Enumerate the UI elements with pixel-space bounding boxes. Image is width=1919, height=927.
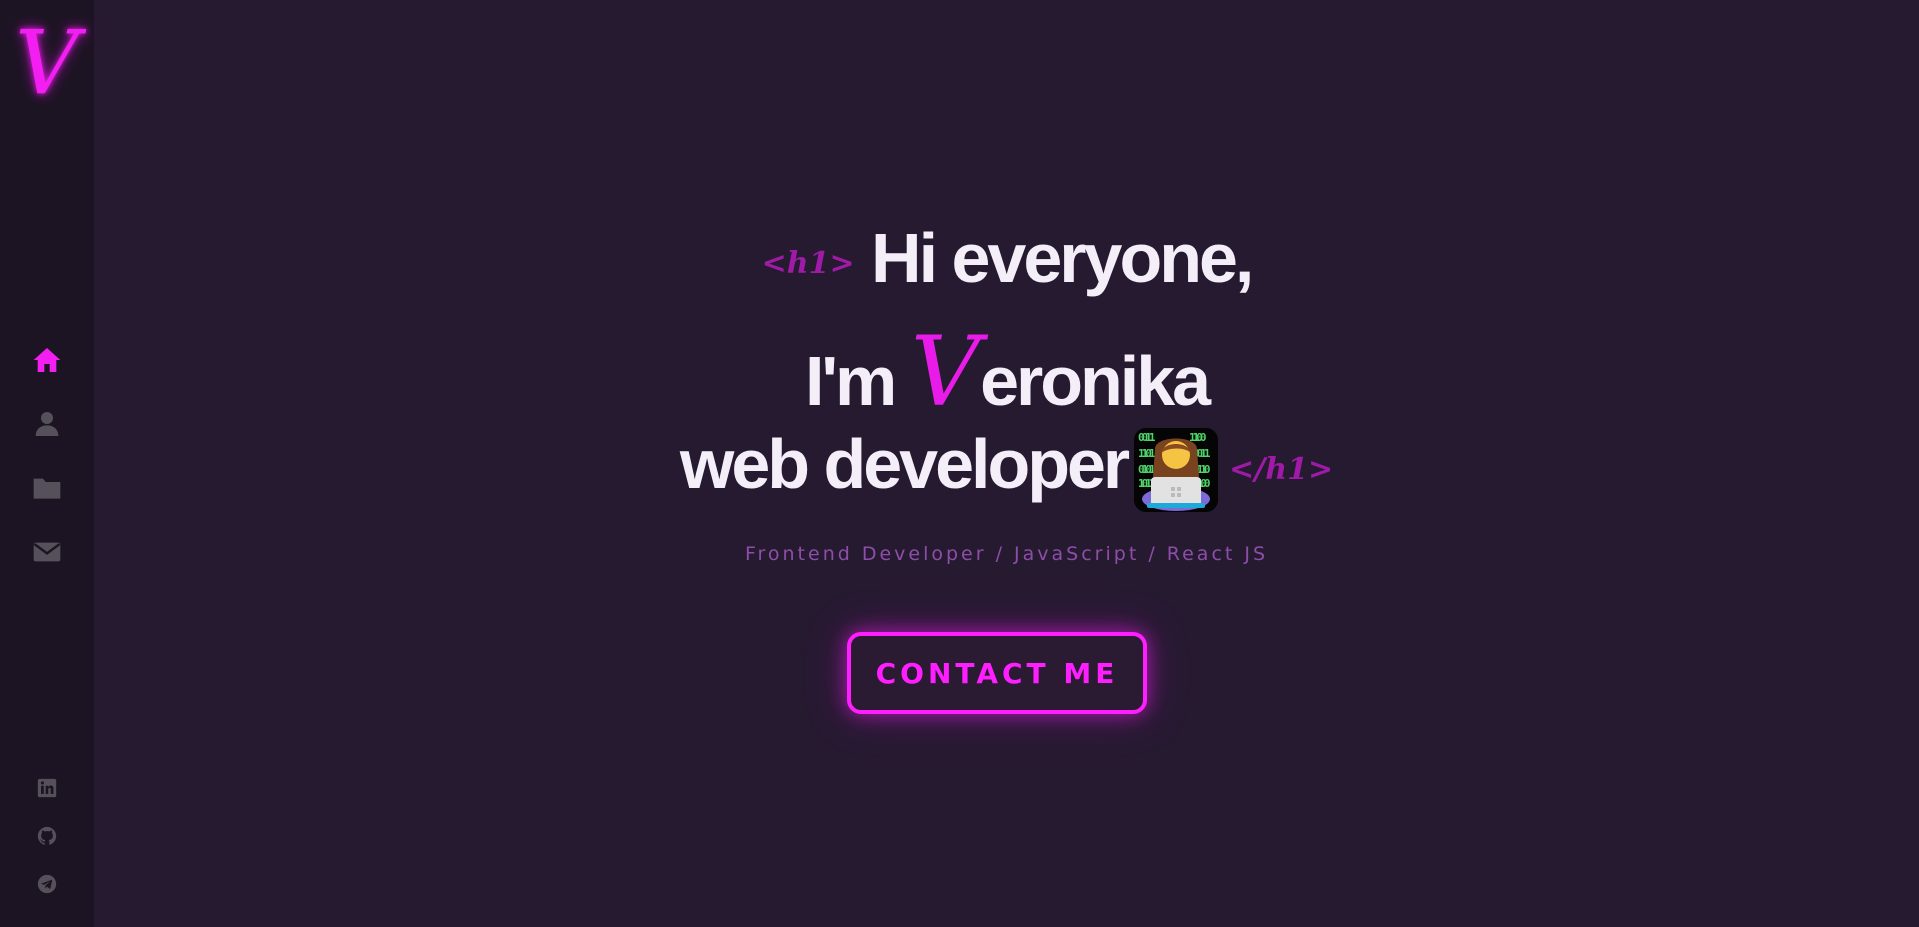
social-github[interactable] xyxy=(0,814,94,862)
subtitle: Frontend Developer / JavaScript / React … xyxy=(744,543,1269,565)
name-initial: V xyxy=(910,316,981,428)
folder-icon xyxy=(31,472,63,508)
sidebar: V xyxy=(0,0,94,927)
role-text: web developer xyxy=(679,425,1130,503)
nav-item-contact[interactable] xyxy=(0,522,94,586)
h1-close-tag: </h1> xyxy=(1229,452,1334,488)
heading-line-3: web developer 0011 1100 1101 0011 0101 0110… xyxy=(94,424,1919,513)
nav-item-about[interactable] xyxy=(0,394,94,458)
intro-prefix: I'm xyxy=(804,342,911,420)
social-linkedin[interactable] xyxy=(0,766,94,814)
envelope-icon xyxy=(31,536,63,572)
social-links xyxy=(0,766,94,910)
heading-line-2: I'm Veronika xyxy=(94,316,1919,428)
telegram-icon xyxy=(36,873,58,899)
greeting-text: Hi everyone, xyxy=(871,219,1254,297)
github-icon xyxy=(36,825,58,851)
nav-item-portfolio[interactable] xyxy=(0,458,94,522)
hero-section: <h1> Hi everyone, I'm Veronika web devel… xyxy=(94,0,1919,927)
woman-technologist-icon: 00111100 11010011 01010110 10110100 xyxy=(1133,427,1219,513)
logo[interactable]: V xyxy=(12,18,82,108)
contact-me-button[interactable]: CONTACT ME xyxy=(847,632,1147,714)
nav-item-home[interactable] xyxy=(0,330,94,394)
user-icon xyxy=(31,408,63,444)
h1-open-tag: <h1> xyxy=(761,246,855,282)
name-rest: eronika xyxy=(980,342,1211,420)
home-icon xyxy=(31,344,63,380)
social-telegram[interactable] xyxy=(0,862,94,910)
heading-line-1: <h1> Hi everyone, xyxy=(94,218,1919,298)
linkedin-icon xyxy=(36,777,58,803)
sidebar-nav xyxy=(0,330,94,586)
